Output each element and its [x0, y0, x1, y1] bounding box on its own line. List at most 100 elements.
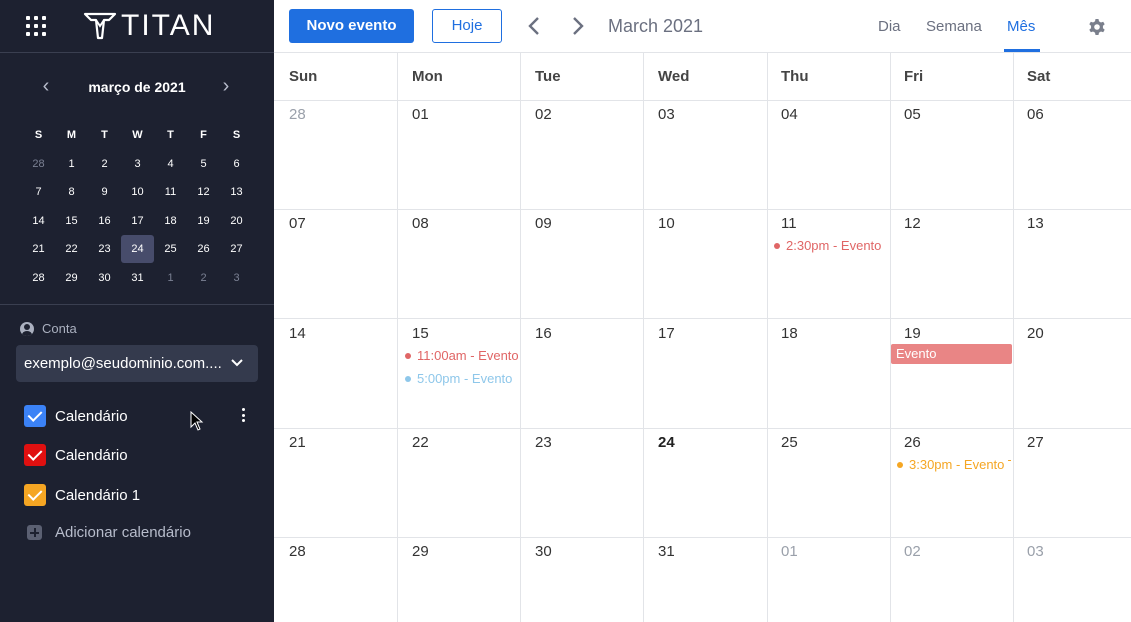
mini-day[interactable]: 20: [220, 207, 253, 235]
mini-day[interactable]: 19: [187, 207, 220, 235]
day-number[interactable]: 20: [1027, 325, 1044, 342]
mini-day[interactable]: 3: [220, 264, 253, 292]
mini-day[interactable]: 11: [154, 178, 187, 206]
day-number[interactable]: 01: [781, 543, 798, 560]
today-day-number[interactable]: 24: [658, 434, 675, 451]
day-number[interactable]: 10: [658, 215, 675, 232]
mini-day[interactable]: 30: [88, 264, 121, 292]
mini-day[interactable]: 2: [88, 150, 121, 178]
new-event-button[interactable]: Novo evento: [289, 9, 414, 43]
day-number[interactable]: 09: [535, 215, 552, 232]
day-number[interactable]: 08: [412, 215, 429, 232]
day-number[interactable]: 05: [904, 106, 921, 123]
mini-day[interactable]: 6: [220, 150, 253, 178]
mini-day[interactable]: 18: [154, 207, 187, 235]
day-number[interactable]: 22: [412, 434, 429, 451]
mini-day[interactable]: 3: [121, 150, 154, 178]
day-number[interactable]: 07: [289, 215, 306, 232]
day-number[interactable]: 21: [289, 434, 306, 451]
day-number[interactable]: 13: [1027, 215, 1044, 232]
add-calendar-button[interactable]: Adicionar calendário: [27, 524, 191, 541]
mini-day[interactable]: 27: [220, 235, 253, 263]
day-number[interactable]: 29: [412, 543, 429, 560]
grid-divider: [274, 428, 1131, 429]
mini-day[interactable]: 16: [88, 207, 121, 235]
day-number[interactable]: 03: [658, 106, 675, 123]
day-number[interactable]: 30: [535, 543, 552, 560]
calendar-item[interactable]: Calendário: [24, 405, 254, 427]
day-number[interactable]: 23: [535, 434, 552, 451]
apps-grid-icon[interactable]: [26, 16, 46, 36]
tab-month[interactable]: Mês: [1007, 18, 1035, 35]
day-number[interactable]: 14: [289, 325, 306, 342]
account-select[interactable]: exemplo@seudominio.com....: [16, 345, 258, 382]
tab-day[interactable]: Dia: [878, 18, 901, 35]
day-number[interactable]: 02: [904, 543, 921, 560]
mini-day[interactable]: 1: [154, 264, 187, 292]
day-number[interactable]: 04: [781, 106, 798, 123]
calendar-item[interactable]: Calendário 1: [24, 484, 254, 506]
mini-day[interactable]: 25: [154, 235, 187, 263]
mini-day[interactable]: 4: [154, 150, 187, 178]
day-number[interactable]: 03: [1027, 543, 1044, 560]
mini-day[interactable]: 29: [55, 264, 88, 292]
gear-icon[interactable]: [1087, 17, 1107, 37]
day-number[interactable]: 15: [412, 325, 429, 342]
mini-day[interactable]: 17: [121, 207, 154, 235]
user-icon: [20, 321, 34, 336]
mini-day[interactable]: 22: [55, 235, 88, 263]
calendar-checkbox[interactable]: [24, 405, 46, 427]
mini-day[interactable]: 12: [187, 178, 220, 206]
mini-day[interactable]: 9: [88, 178, 121, 206]
tab-week[interactable]: Semana: [926, 18, 982, 35]
month-grid: Sun Mon Tue Wed Thu Fri Sat 28 01 02 03 …: [274, 53, 1131, 622]
calendar-item[interactable]: Calendário: [24, 444, 254, 466]
weekday-header: Wed: [658, 68, 690, 85]
day-number[interactable]: 26: [904, 434, 921, 451]
day-number[interactable]: 28: [289, 106, 306, 123]
mini-day[interactable]: 13: [220, 178, 253, 206]
mini-day[interactable]: 28: [22, 150, 55, 178]
mini-day[interactable]: 26: [187, 235, 220, 263]
day-number[interactable]: 27: [1027, 434, 1044, 451]
today-button[interactable]: Hoje: [432, 9, 502, 43]
mini-day[interactable]: 5: [187, 150, 220, 178]
day-number[interactable]: 06: [1027, 106, 1044, 123]
event-item[interactable]: 5:00pm - Evento: [405, 371, 518, 386]
event-item[interactable]: 3:30pm - Evento T: [897, 457, 1011, 472]
day-number[interactable]: 19: [904, 325, 921, 342]
day-number[interactable]: 25: [781, 434, 798, 451]
day-number[interactable]: 12: [904, 215, 921, 232]
chevron-right-icon[interactable]: [568, 14, 588, 38]
mini-day[interactable]: 14: [22, 207, 55, 235]
day-number[interactable]: 18: [781, 325, 798, 342]
day-number[interactable]: 31: [658, 543, 675, 560]
event-item[interactable]: 11:00am - Evento: [405, 348, 518, 363]
day-number[interactable]: 11: [781, 215, 797, 232]
day-number[interactable]: 02: [535, 106, 552, 123]
mini-day[interactable]: 2: [187, 264, 220, 292]
event-item[interactable]: 2:30pm - Evento: [774, 238, 886, 253]
mini-day-selected[interactable]: 24: [121, 235, 154, 264]
day-number[interactable]: 01: [412, 106, 429, 123]
event-bar[interactable]: Evento: [891, 344, 1012, 364]
mini-calendar-next-icon[interactable]: ›: [214, 75, 238, 99]
mini-weekday: M: [66, 129, 77, 142]
mini-day[interactable]: 7: [22, 178, 55, 206]
day-number[interactable]: 17: [658, 325, 675, 342]
mini-day[interactable]: 23: [88, 235, 121, 263]
mini-day[interactable]: 28: [22, 264, 55, 292]
mini-day[interactable]: 15: [55, 207, 88, 235]
chevron-left-icon[interactable]: [524, 14, 544, 38]
mini-day[interactable]: 1: [55, 150, 88, 178]
day-number[interactable]: 16: [535, 325, 552, 342]
more-options-icon[interactable]: [242, 408, 246, 422]
mini-calendar-grid: S M T W T F S 28 1 2 3 4 5 6 7 8 9 10 11…: [22, 121, 253, 292]
mini-day[interactable]: 31: [121, 264, 154, 292]
mini-day[interactable]: 21: [22, 235, 55, 263]
calendar-checkbox[interactable]: [24, 444, 46, 466]
mini-day[interactable]: 10: [121, 178, 154, 206]
mini-day[interactable]: 8: [55, 178, 88, 206]
day-number[interactable]: 28: [289, 543, 306, 560]
calendar-checkbox[interactable]: [24, 484, 46, 506]
